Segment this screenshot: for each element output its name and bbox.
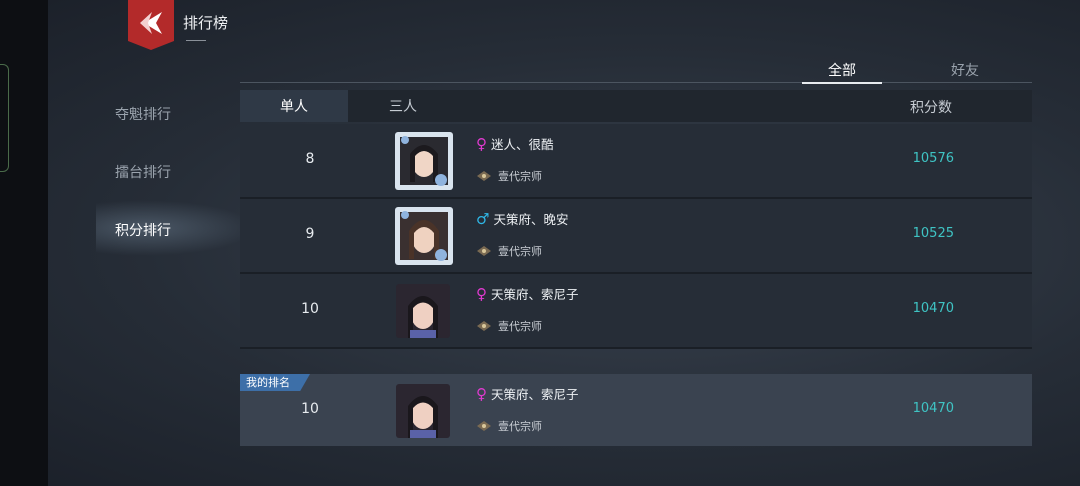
player-name-text: 迷人、很酷 (491, 137, 554, 152)
player-title: 壹代宗师 (476, 318, 542, 334)
player-title-text: 壹代宗师 (498, 245, 542, 258)
framed-portrait-icon (395, 132, 453, 190)
edge-handle[interactable] (0, 64, 9, 172)
my-rank-badge: 我的排名 (240, 374, 310, 391)
player-title: 壹代宗师 (476, 168, 542, 184)
back-button[interactable] (128, 0, 174, 50)
left-edge-bar (0, 0, 48, 486)
mode-trio-button[interactable]: 三人 (348, 90, 458, 122)
tabs-divider (240, 82, 1032, 83)
rank-number: 9 (305, 226, 315, 242)
player-name-text: 天策府、索尼子 (491, 387, 579, 402)
page-title: 排行榜 (183, 14, 229, 32)
portrait-icon (396, 284, 450, 338)
framed-portrait-icon (395, 207, 453, 265)
rank-emblem-icon (477, 171, 491, 181)
player-name: ♀ 天策府、索尼子 (476, 284, 579, 303)
player-name-text: 天策府、索尼子 (491, 287, 579, 302)
player-name: ♂ 天策府、晚安 (476, 209, 568, 228)
table-row[interactable]: 10 ♀ 天策府、索尼子 壹代宗师 10470 (240, 274, 1032, 349)
female-icon: ♀ (476, 384, 487, 403)
rank-number: 10 (301, 301, 319, 317)
player-title-text: 壹代宗师 (498, 170, 542, 183)
sidebar-item-duokui[interactable]: 夺魁排行 (115, 104, 171, 124)
tab-friends[interactable]: 好友 (925, 60, 1005, 80)
player-name: ♀ 天策府、索尼子 (476, 384, 579, 403)
male-icon: ♂ (476, 209, 490, 228)
table-header: 单人 三人 积分数 (240, 90, 1032, 122)
rank-number: 10 (301, 401, 319, 417)
player-title-text: 壹代宗师 (498, 320, 542, 333)
score-value: 10525 (912, 226, 954, 241)
sidebar-item-leitai[interactable]: 擂台排行 (115, 162, 171, 182)
player-name-text: 天策府、晚安 (493, 212, 569, 227)
rank-emblem-icon (477, 421, 491, 431)
table-row[interactable]: 9 ♂ 天策府、晚安 壹代宗师 10525 (240, 199, 1032, 274)
player-title: 壹代宗师 (476, 243, 542, 259)
female-icon: ♀ (476, 284, 487, 303)
sidebar-item-points[interactable]: 积分排行 (115, 220, 171, 240)
score-value: 10576 (912, 151, 954, 166)
rank-number: 8 (305, 151, 315, 167)
active-tab-underline (802, 82, 882, 84)
player-title-text: 壹代宗师 (498, 420, 542, 433)
mode-solo-button[interactable]: 单人 (240, 90, 348, 122)
back-arrow-icon (140, 12, 162, 34)
score-value: 10470 (912, 301, 954, 316)
my-rank-row[interactable]: 我的排名 10 ♀ 天策府、索尼子 壹代宗师 10470 (240, 374, 1032, 446)
ranking-table: 单人 三人 积分数 (240, 90, 1032, 122)
player-title: 壹代宗师 (476, 418, 542, 434)
title-underline (186, 40, 206, 41)
avatar[interactable] (395, 207, 453, 265)
avatar[interactable] (395, 132, 453, 190)
table-row[interactable]: 8 ♀ 迷人、很酷 壹代宗师 10576 (240, 124, 1032, 199)
rank-emblem-icon (477, 246, 491, 256)
female-icon: ♀ (476, 134, 487, 153)
player-name: ♀ 迷人、很酷 (476, 134, 554, 153)
portrait-icon (396, 384, 450, 438)
tab-all[interactable]: 全部 (802, 60, 882, 80)
avatar[interactable] (396, 384, 450, 438)
score-column-header: 积分数 (910, 100, 952, 116)
avatar[interactable] (396, 284, 450, 338)
rank-emblem-icon (477, 321, 491, 331)
score-value: 10470 (912, 401, 954, 416)
